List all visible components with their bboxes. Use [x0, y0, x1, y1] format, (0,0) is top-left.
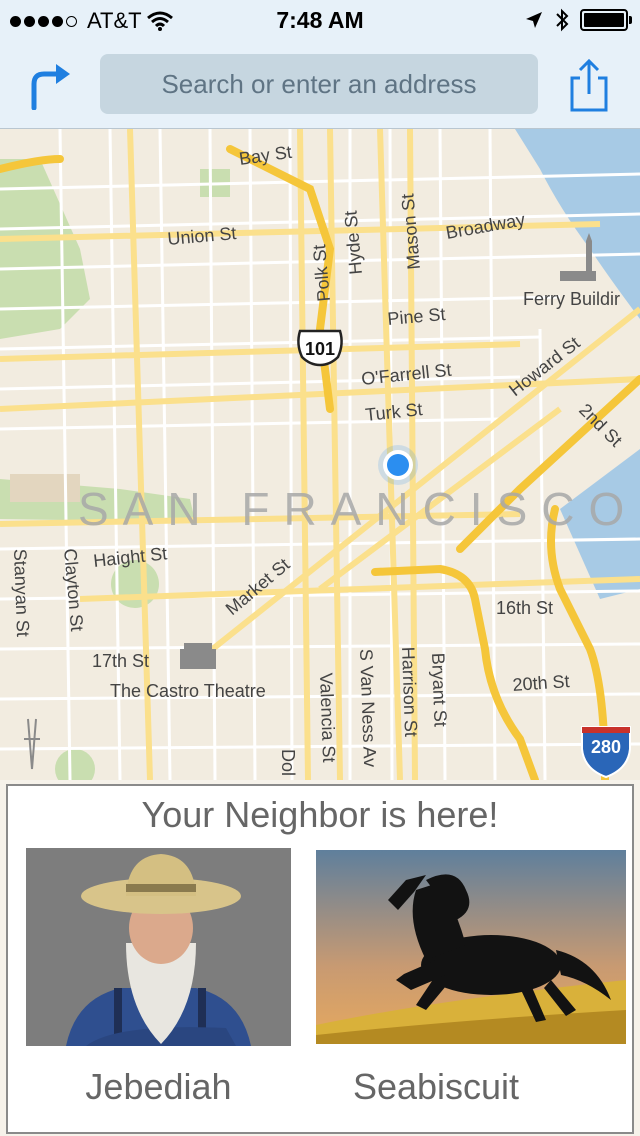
map-view[interactable]: Bay St Union St Polk St Hyde St Mason St…	[0, 129, 640, 780]
location-services-icon	[526, 12, 542, 28]
city-label: SAN FRANCISCO	[78, 483, 638, 535]
navigation-header: AT&T 7:48 AM Search or enter an address	[0, 0, 640, 129]
street-label-ferry: Ferry Buildir	[523, 289, 620, 309]
battery-icon	[580, 9, 632, 31]
neighbor-photo-jebediah[interactable]	[26, 848, 291, 1046]
search-input[interactable]: Search or enter an address	[100, 54, 538, 114]
us-101-shield-icon: 101	[297, 329, 343, 367]
status-right	[524, 8, 632, 32]
street-label-twentieth: 20th St	[512, 671, 570, 695]
black-horse-image	[316, 850, 626, 1044]
neighbor-name-seabiscuit[interactable]: Seabiscuit	[316, 1066, 556, 1108]
shield-101-label: 101	[305, 339, 335, 359]
map-canvas[interactable]: Bay St Union St Polk St Hyde St Mason St…	[0, 129, 640, 780]
neighbor-name-jebediah[interactable]: Jebediah	[26, 1066, 291, 1108]
man-with-hat-image	[26, 848, 291, 1046]
street-label-seventeenth: 17th St	[92, 651, 149, 671]
street-label-stanyan: Stanyan St	[10, 548, 33, 637]
bluetooth-icon	[556, 8, 569, 32]
theatre-icon	[180, 643, 216, 669]
neighbor-card: Your Neighbor is here! Jebediah Seabiscu…	[6, 784, 634, 1134]
poi-castro-theatre[interactable]: The Castro Theatre	[110, 681, 266, 701]
directions-arrow-icon[interactable]	[26, 58, 76, 110]
status-bar: AT&T 7:48 AM	[0, 0, 640, 40]
search-placeholder: Search or enter an address	[161, 68, 477, 99]
card-title: Your Neighbor is here!	[141, 794, 499, 835]
street-label-harrison: Harrison St	[398, 646, 421, 737]
street-label-svanness: S Van Ness Av	[356, 648, 380, 767]
share-icon[interactable]	[566, 58, 612, 114]
street-label-sixteenth: 16th St	[496, 598, 553, 618]
street-label-dolores: Dol	[278, 749, 298, 776]
street-label-valencia: Valencia St	[316, 672, 339, 762]
current-location-dot[interactable]	[378, 445, 418, 485]
street-label-bryant: Bryant St	[428, 652, 451, 727]
neighbor-photo-seabiscuit[interactable]	[316, 850, 626, 1044]
shield-280-label: 280	[591, 737, 621, 757]
